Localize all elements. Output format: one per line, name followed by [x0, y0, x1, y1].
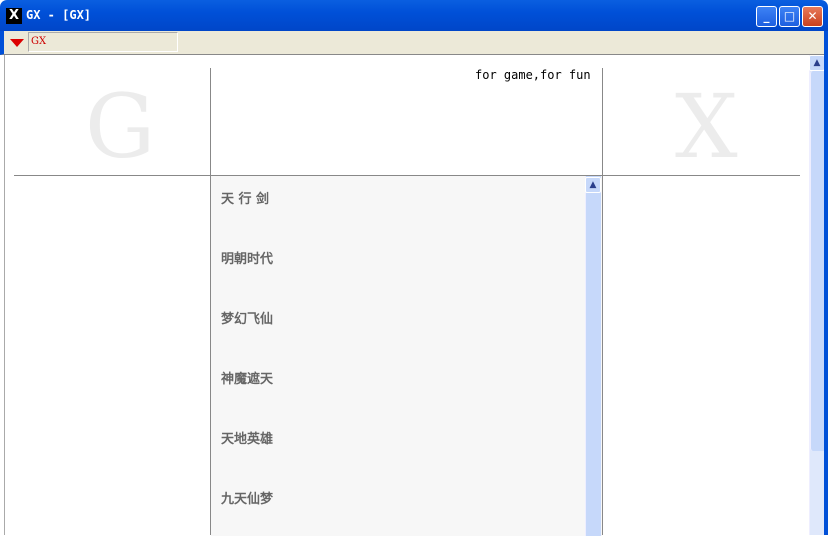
list-scrollbar[interactable] — [585, 176, 601, 536]
logo-letter-g: G — [85, 75, 156, 178]
scroll-up-icon[interactable]: ▲ — [585, 177, 601, 193]
app-icon: X — [6, 8, 22, 24]
window-title: GX - [GX] — [26, 8, 92, 22]
content-area: G X for game,for fun 天 行 剑 明朝时代 梦幻飞仙 神魔遮… — [4, 55, 826, 536]
list-item[interactable]: 天地英雄 — [221, 428, 273, 447]
list-item[interactable]: 神魔遮天 — [221, 368, 273, 387]
logo-letter-x: X — [675, 75, 738, 178]
toolbar: GX — [0, 31, 828, 55]
divider — [602, 68, 603, 535]
list-item[interactable]: 天 行 剑 — [221, 188, 269, 207]
title-bar: X GX - [GX] _ □ ✕ — [0, 0, 828, 31]
address-field[interactable]: GX — [28, 32, 178, 52]
minimize-button[interactable]: _ — [756, 6, 777, 27]
tagline: for game,for fun — [475, 68, 591, 82]
dropdown-arrow-icon[interactable] — [10, 39, 24, 47]
close-button[interactable]: ✕ — [802, 6, 823, 27]
list-item[interactable]: 九天仙梦 — [221, 488, 273, 507]
maximize-button[interactable]: □ — [779, 6, 800, 27]
list-item[interactable]: 梦幻飞仙 — [221, 308, 273, 327]
scroll-up-icon[interactable]: ▲ — [809, 55, 825, 71]
game-list: 天 行 剑 明朝时代 梦幻飞仙 神魔遮天 天地英雄 九天仙梦 ▲ — [211, 176, 602, 536]
window-border — [824, 31, 828, 535]
list-item[interactable]: 明朝时代 — [221, 248, 273, 267]
